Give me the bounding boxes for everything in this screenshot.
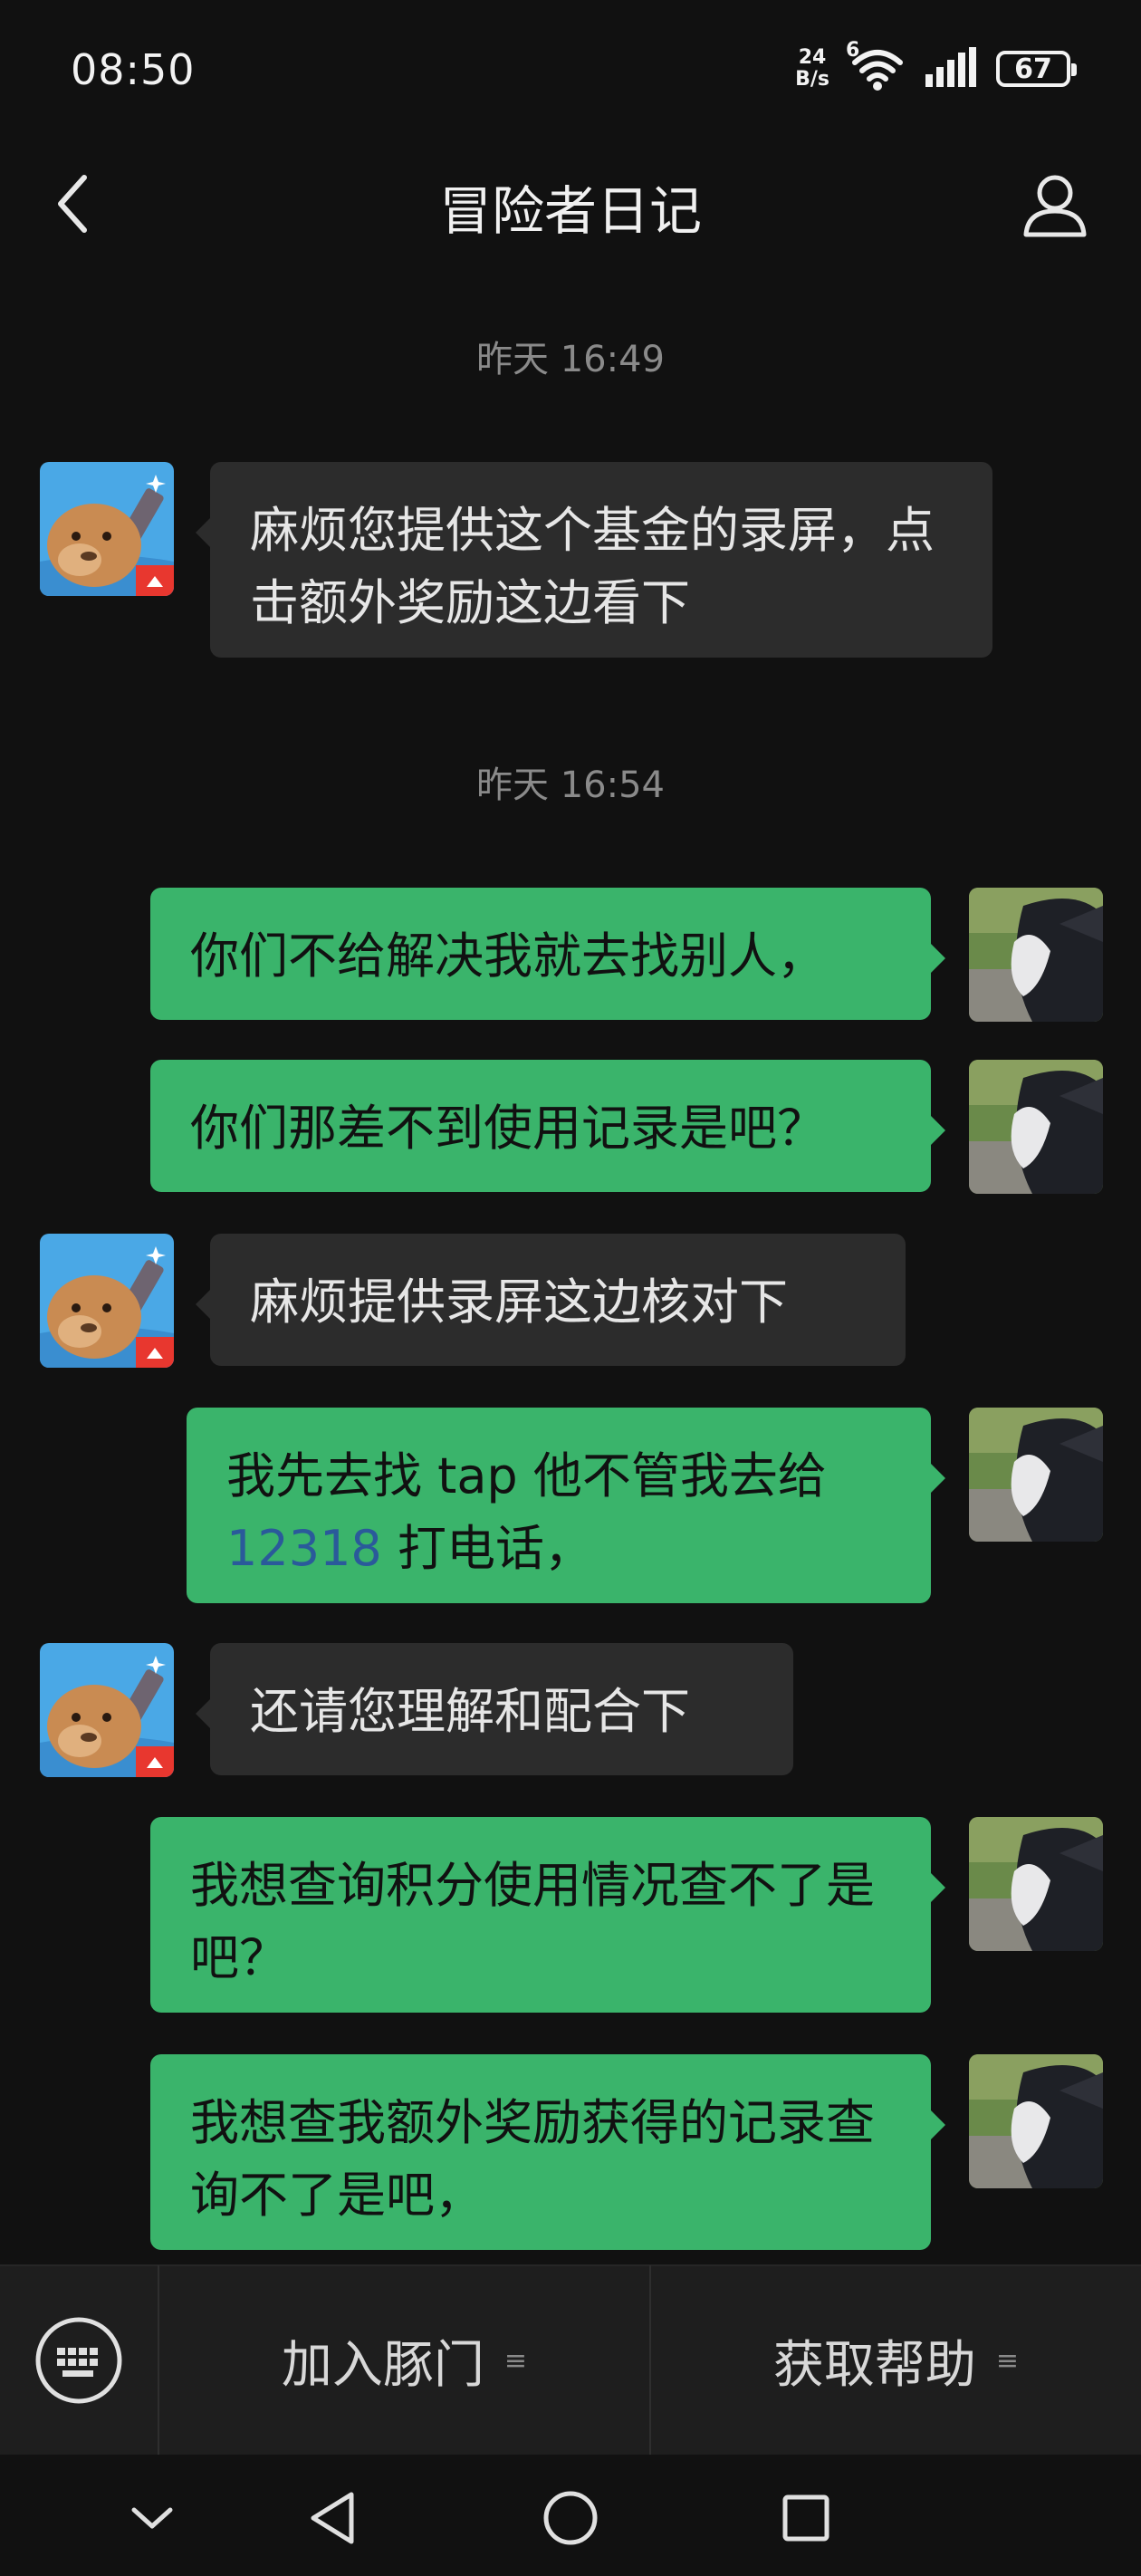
- message-text: 还请您理解和配合下: [250, 1683, 690, 1740]
- user-avatar[interactable]: [969, 1408, 1103, 1542]
- menu-help-button[interactable]: 获取帮助 ≡: [649, 2265, 1141, 2456]
- keyboard-toggle-button[interactable]: [0, 2265, 159, 2456]
- incoming-message-bubble[interactable]: 麻烦提供录屏这边核对下: [196, 1234, 906, 1366]
- user-avatar[interactable]: [969, 2054, 1103, 2188]
- system-nav-bar: [0, 2455, 1141, 2576]
- triangle-back-icon: [311, 2492, 354, 2544]
- status-bar: 08:50 24 B/s 6 67: [0, 0, 1141, 136]
- bot-avatar[interactable]: [40, 462, 174, 596]
- message-text: 我想查询积分使用情况查不了是吧？: [190, 1857, 875, 1986]
- message-text: 我想查我额外奖励获得的记录查询不了是吧，: [190, 2094, 875, 2224]
- message-text: 麻烦您提供这个基金的录屏，点击额外奖励这边看下: [250, 502, 935, 631]
- menu-join-label: 加入豚门: [281, 2335, 484, 2395]
- profile-button[interactable]: [1014, 165, 1096, 246]
- outgoing-message-bubble[interactable]: 我想查询积分使用情况查不了是吧？: [150, 1817, 945, 2013]
- outgoing-message-bubble[interactable]: 你们不给解决我就去找别人，: [150, 888, 945, 1020]
- message-timestamp: 昨天 16:54: [476, 764, 665, 806]
- incoming-message-bubble[interactable]: 还请您理解和配合下: [196, 1643, 793, 1775]
- nav-home-button[interactable]: [534, 2482, 607, 2554]
- message-text: 你们不给解决我就去找别人，: [190, 928, 826, 985]
- circle-home-icon: [543, 2491, 598, 2545]
- message-text: 我先去找 tap 他不管我去给: [226, 1447, 827, 1504]
- chat-area[interactable]: 昨天 16:49 麻烦您提供这个基金的录屏，点击额外奖励这边看下昨天 16:54 你…: [0, 272, 1141, 2264]
- menu-lines-icon: ≡: [995, 2344, 1020, 2377]
- wifi-icon: 6: [846, 39, 906, 91]
- user-avatar[interactable]: [969, 1060, 1103, 1194]
- incoming-message-bubble[interactable]: 麻烦您提供这个基金的录屏，点击额外奖励这边看下: [196, 462, 992, 658]
- nav-back-button[interactable]: [295, 2482, 368, 2554]
- chat-header: 冒险者日记: [0, 136, 1141, 272]
- nav-recents-button[interactable]: [770, 2482, 842, 2554]
- outgoing-message-bubble[interactable]: 你们那差不到使用记录是吧？: [150, 1060, 945, 1192]
- menu-help-label: 获取帮助: [772, 2335, 976, 2395]
- phone-number-link[interactable]: 12318: [226, 1520, 382, 1577]
- person-icon: [1023, 175, 1087, 237]
- message-text: 打电话，: [381, 1520, 593, 1577]
- signal-icon: [925, 47, 976, 91]
- page-title: 冒险者日记: [438, 180, 702, 242]
- status-time: 08:50: [71, 45, 196, 94]
- user-avatar[interactable]: [969, 1817, 1103, 1951]
- menu-join-button[interactable]: 加入豚门 ≡: [159, 2265, 649, 2456]
- status-icons: 24 B/s 6 67: [795, 39, 1077, 96]
- menu-lines-icon: ≡: [503, 2344, 528, 2377]
- outgoing-message-bubble[interactable]: 我想查我额外奖励获得的记录查询不了是吧，: [150, 2054, 945, 2250]
- keyboard-icon: [35, 2317, 122, 2404]
- nav-collapse-button[interactable]: [116, 2482, 188, 2554]
- message-text: 你们那差不到使用记录是吧？: [190, 1100, 826, 1157]
- battery-indicator: 67: [996, 51, 1077, 87]
- bottom-menu-bar: 加入豚门 ≡ 获取帮助 ≡: [0, 2264, 1141, 2456]
- user-avatar[interactable]: [969, 888, 1103, 1022]
- message-timestamp: 昨天 16:49: [476, 339, 665, 380]
- outgoing-message-bubble[interactable]: 我先去找 tap 他不管我去给 12318 打电话，: [187, 1408, 945, 1603]
- bot-avatar[interactable]: [40, 1234, 174, 1368]
- message-text: 麻烦提供录屏这边核对下: [250, 1274, 788, 1331]
- network-speed: 24 B/s: [795, 46, 829, 91]
- bot-avatar[interactable]: [40, 1643, 174, 1777]
- square-recents-icon: [782, 2494, 829, 2542]
- chevron-down-icon: [131, 2507, 173, 2529]
- wifi-badge: 6: [846, 39, 860, 62]
